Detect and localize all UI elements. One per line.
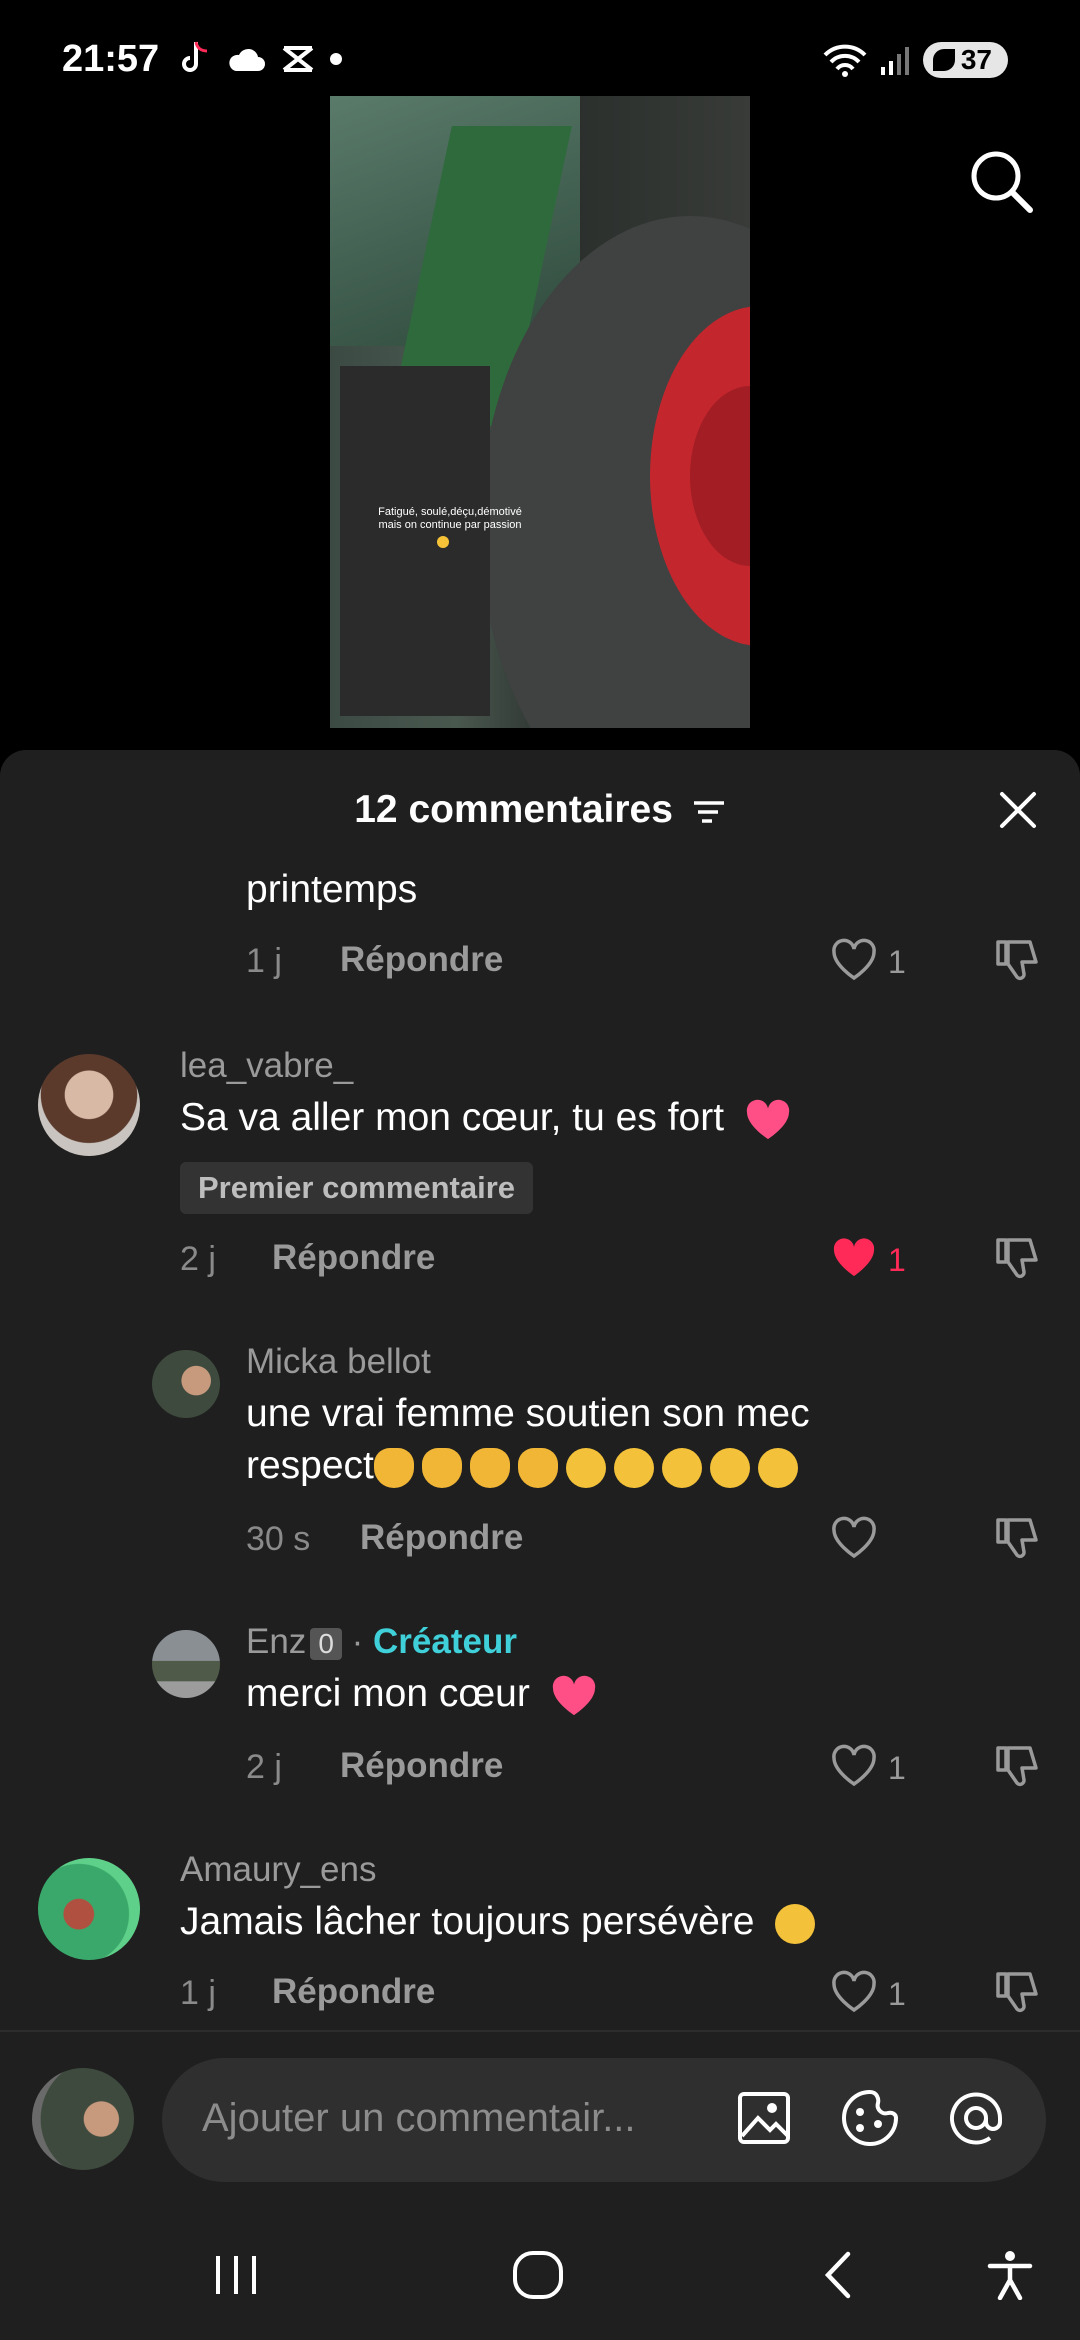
heart-icon[interactable]: [830, 1970, 878, 2014]
video-caption-line2: mais on continue par passion: [378, 519, 522, 531]
avatar[interactable]: [38, 1858, 140, 1960]
comment-text: respect: [246, 1444, 374, 1487]
like-count: 1: [888, 1750, 906, 1786]
avatar[interactable]: [38, 1054, 140, 1156]
tractor-step: [340, 366, 490, 716]
comment-time: 1 j: [180, 1974, 216, 2012]
comment-time: 2 j: [180, 1240, 216, 1278]
dislike-icon[interactable]: [994, 936, 1042, 984]
battery-level: 37: [960, 44, 992, 75]
salute-emoji-icon: [709, 1447, 750, 1488]
sort-icon[interactable]: [692, 798, 726, 826]
dislike-icon[interactable]: [994, 1968, 1042, 2016]
dislike-icon[interactable]: [994, 1742, 1042, 1790]
video-player[interactable]: Fatigué, soulé,déçu,démotivé mais on con…: [330, 96, 750, 728]
recent-apps-icon[interactable]: [206, 2250, 266, 2300]
like-count: 1: [888, 1242, 906, 1278]
salute-emoji-icon: [613, 1447, 654, 1488]
comment-username[interactable]: Micka bellot: [246, 1342, 431, 1382]
video-caption-line1: Fatigué, soulé,déçu,démotivé: [378, 506, 522, 518]
status-time: 21:57: [62, 38, 160, 80]
status-system-icons: 37: [823, 42, 1008, 78]
caption-emoji-icon: [437, 536, 449, 548]
dot-icon: [330, 53, 342, 65]
like-count: 1: [888, 1976, 906, 2012]
comment-username[interactable]: Amaury_ens: [180, 1850, 376, 1890]
capcut-icon: [282, 46, 314, 72]
signal-icon: [880, 47, 909, 75]
back-icon[interactable]: [810, 2250, 870, 2300]
comment-username[interactable]: lea_vabre_: [180, 1046, 353, 1086]
like-count: 1: [888, 944, 906, 980]
creator-label: Créateur: [373, 1622, 517, 1661]
comment-input-placeholder: Ajouter un commentair...: [202, 2096, 636, 2140]
salute-emoji-icon: [757, 1447, 798, 1488]
reply-button[interactable]: Répondre: [272, 1238, 435, 1278]
cloud-icon: [229, 48, 265, 71]
comment-time: 30 s: [246, 1520, 311, 1558]
accessibility-icon[interactable]: [980, 2250, 1040, 2300]
mention-icon[interactable]: [946, 2088, 1006, 2148]
heart-icon[interactable]: [830, 1744, 878, 1788]
dislike-icon[interactable]: [994, 1514, 1042, 1562]
salute-emoji-icon: [775, 1903, 816, 1944]
ok-hand-emoji-icon: [517, 1447, 558, 1488]
pink-heart-emoji-icon: [552, 1675, 595, 1715]
status-notification-icons: [178, 40, 342, 78]
comment-text: merci mon cœur: [246, 1672, 530, 1715]
wifi-icon: [823, 44, 867, 77]
image-icon[interactable]: [734, 2088, 794, 2148]
my-avatar: [32, 2068, 134, 2170]
salute-emoji-icon: [661, 1447, 702, 1488]
comment-text: printemps: [246, 868, 418, 911]
salute-emoji-icon: [565, 1447, 606, 1488]
ok-hand-emoji-icon: [373, 1447, 414, 1488]
comment-text-row: merci mon cœur: [246, 1672, 597, 1717]
heart-icon[interactable]: [830, 1516, 878, 1560]
separator: ·: [351, 1622, 364, 1661]
avatar[interactable]: [152, 1350, 220, 1418]
tiktok-icon: [182, 41, 208, 72]
username-suffix-box: 0: [310, 1627, 342, 1660]
comment-text: Jamais lâcher toujours persévère: [180, 1900, 755, 1943]
divider: [0, 2030, 1080, 2032]
battery-icon: 37: [922, 42, 1008, 78]
comments-count-title: 12 commentaires: [354, 788, 673, 831]
search-icon[interactable]: [968, 148, 1034, 214]
comment-text: une vrai femme soutien son mec: [246, 1392, 810, 1435]
comments-header: 12 commentaires: [0, 788, 1080, 832]
reply-button[interactable]: Répondre: [340, 940, 503, 980]
comment-time: 2 j: [246, 1748, 282, 1786]
heart-filled-icon[interactable]: [830, 1236, 878, 1280]
close-icon[interactable]: [996, 788, 1040, 832]
heart-icon[interactable]: [830, 938, 878, 982]
comment-username[interactable]: Enz: [246, 1622, 306, 1661]
comment-username-row: Enz 0 · Créateur: [246, 1622, 517, 1662]
sticker-icon[interactable]: [840, 2088, 900, 2148]
avatar[interactable]: [152, 1630, 220, 1698]
ok-hand-emoji-icon: [421, 1447, 462, 1488]
reply-button[interactable]: Répondre: [340, 1746, 503, 1786]
pink-heart-emoji-icon: [746, 1099, 790, 1139]
comment-input[interactable]: Ajouter un commentair...: [162, 2058, 1046, 2182]
comment-text-row: respect: [246, 1444, 806, 1488]
first-comment-badge: Premier commentaire: [180, 1162, 534, 1214]
battery-saver-icon: [932, 49, 955, 71]
comment-text-row: Sa va aller mon cœur, tu es fort: [180, 1096, 791, 1141]
comment-text: Sa va aller mon cœur, tu es fort: [180, 1096, 725, 1139]
reply-button[interactable]: Répondre: [360, 1518, 523, 1558]
home-icon[interactable]: [508, 2250, 568, 2300]
system-nav-bar: [0, 2206, 1080, 2340]
comment-text-row: Jamais lâcher toujours persévère: [180, 1900, 823, 1944]
comment-time: 1 j: [246, 942, 282, 980]
ok-hand-emoji-icon: [469, 1447, 510, 1488]
dislike-icon[interactable]: [994, 1234, 1042, 1282]
reply-button[interactable]: Répondre: [272, 1972, 435, 2012]
video-caption: Fatigué, soulé,déçu,démotivé mais on con…: [355, 506, 545, 532]
